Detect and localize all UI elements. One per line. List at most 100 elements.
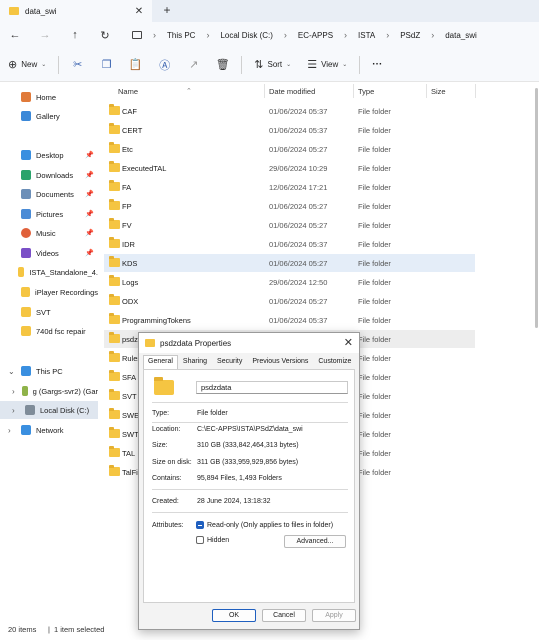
sidebar-item-740d-fsc-repair[interactable]: 740d fsc repair <box>8 322 98 340</box>
sidebar-item-videos[interactable]: Videos 📌 <box>8 244 98 262</box>
sidebar-item-pictures[interactable]: Pictures 📌 <box>8 205 98 223</box>
tab-sharing[interactable]: Sharing <box>178 355 212 369</box>
file-type: File folder <box>358 221 391 230</box>
folder-icon <box>21 326 31 336</box>
view-button[interactable]: ☰ View ⌄ <box>299 53 355 77</box>
apply-button[interactable]: Apply <box>312 609 356 622</box>
paste-icon[interactable]: 📋 <box>121 58 150 71</box>
column-date-modified[interactable]: Date modified <box>269 87 315 96</box>
sidebar-item-network[interactable]: › Network <box>8 421 98 439</box>
file-row-etc[interactable]: Etc 01/06/2024 05:27 File folder <box>104 140 475 158</box>
sidebar-item-desktop[interactable]: Desktop 📌 <box>8 146 98 164</box>
breadcrumb-item[interactable]: ISTA <box>358 31 375 40</box>
file-row-fp[interactable]: FP 01/06/2024 05:27 File folder <box>104 197 475 215</box>
refresh-icon[interactable]: ↻ <box>90 29 120 42</box>
chevron-down-icon[interactable]: ⌄ <box>8 367 16 376</box>
tab-data-swi[interactable]: data_swi ✕ <box>0 0 152 22</box>
up-arrow-icon[interactable]: ↑ <box>60 29 90 41</box>
file-date: 01/06/2024 05:37 <box>269 126 328 135</box>
tab-previous-versions[interactable]: Previous Versions <box>247 355 313 369</box>
pin-icon[interactable]: 📌 <box>85 190 94 198</box>
readonly-checkbox[interactable]: Read-only (Only applies to files in fold… <box>196 521 333 529</box>
file-row-kds[interactable]: KDS 01/06/2024 05:27 File folder <box>104 254 475 272</box>
file-row-programmingtokens[interactable]: ProgrammingTokens 01/06/2024 05:37 File fo… <box>104 311 475 329</box>
folder-name-input[interactable]: psdzdata <box>196 381 348 394</box>
sidebar-item-label: Gallery <box>36 111 60 121</box>
sidebar-item-gallery[interactable]: Gallery <box>8 107 98 125</box>
close-tab-icon[interactable]: ✕ <box>132 6 146 17</box>
breadcrumb-item[interactable]: This PC <box>167 31 195 40</box>
checkbox-unchecked[interactable] <box>196 536 204 544</box>
file-row-executedtal[interactable]: ExecutedTAL 29/06/2024 10:29 File folder <box>104 159 475 177</box>
dialog-title-bar[interactable]: psdzdata Properties ✕ <box>139 333 359 353</box>
column-name[interactable]: Name <box>118 87 138 96</box>
checkbox-indeterminate[interactable] <box>196 521 204 529</box>
more-options-button[interactable]: ··· <box>364 53 390 77</box>
pin-icon[interactable]: 📌 <box>85 210 94 218</box>
file-row-odx[interactable]: ODX 01/06/2024 05:27 File folder <box>104 292 475 310</box>
column-divider[interactable] <box>353 84 354 98</box>
back-arrow-icon[interactable]: ← <box>0 29 30 41</box>
hidden-checkbox[interactable]: Hidden <box>196 536 229 544</box>
breadcrumb-item[interactable]: EC-APPS <box>298 31 333 40</box>
item-count: 20 items <box>8 625 37 634</box>
sort-button[interactable]: ⇅ Sort ⌄ <box>246 53 299 77</box>
new-button[interactable]: ⊕ New ⌄ <box>0 53 54 77</box>
copy-icon[interactable]: ❐ <box>92 58 121 71</box>
sidebar-item-ista-standalone[interactable]: ISTA_Standalone_4. <box>8 263 98 281</box>
forward-arrow-icon[interactable]: → <box>30 29 60 41</box>
vertical-scrollbar[interactable] <box>535 88 538 328</box>
column-divider[interactable] <box>264 84 265 98</box>
more-icon: ··· <box>372 59 383 70</box>
computer-icon <box>21 366 31 376</box>
sidebar-item-local-disk-c[interactable]: › Local Disk (C:) <box>0 401 98 419</box>
share-icon[interactable]: ↗ <box>179 58 208 71</box>
sidebar-item-svt[interactable]: SVT <box>8 303 98 321</box>
sidebar-item-home[interactable]: Home <box>8 88 98 106</box>
delete-icon[interactable]: 🗑 <box>208 58 237 71</box>
column-divider[interactable] <box>426 84 427 98</box>
breadcrumb-item[interactable]: PSdZ <box>400 31 420 40</box>
chevron-right-icon[interactable]: › <box>8 426 16 435</box>
file-row-idr[interactable]: IDR 01/06/2024 05:37 File folder <box>104 235 475 253</box>
breadcrumb-item[interactable]: Local Disk (C:) <box>220 31 272 40</box>
tab-general[interactable]: General <box>143 355 178 369</box>
advanced-button[interactable]: Advanced... <box>284 535 346 548</box>
address-bar[interactable]: › This PC › Local Disk (C:) › EC-APPS › … <box>124 25 524 45</box>
chevron-right-icon[interactable]: › <box>12 406 20 415</box>
file-row-caf[interactable]: CAF 01/06/2024 05:37 File folder <box>104 102 475 120</box>
ok-button[interactable]: OK <box>212 609 256 622</box>
file-row-logs[interactable]: Logs 29/06/2024 12:50 File folder <box>104 273 475 291</box>
sidebar-item-iplayer-recordings[interactable]: iPlayer Recordings <box>8 283 98 301</box>
column-size[interactable]: Size <box>431 87 446 96</box>
file-row-fa[interactable]: FA 12/06/2024 17:21 File folder <box>104 178 475 196</box>
pin-icon[interactable]: 📌 <box>85 171 94 179</box>
cancel-button[interactable]: Cancel <box>262 609 306 622</box>
rename-icon[interactable]: Ⓐ <box>150 57 179 73</box>
sidebar-item-this-pc[interactable]: ⌄ This PC <box>8 362 98 380</box>
column-type[interactable]: Type <box>358 87 374 96</box>
file-date: 01/06/2024 05:27 <box>269 145 328 154</box>
location-label: Location: <box>152 426 181 433</box>
folder-icon <box>145 339 155 347</box>
new-tab-button[interactable]: + <box>160 3 174 19</box>
file-row-cert[interactable]: CERT 01/06/2024 05:37 File folder <box>104 121 475 139</box>
sidebar-item-downloads[interactable]: Downloads 📌 <box>8 166 98 184</box>
sidebar-item-network-drive-g[interactable]: › g (Gargs-svr2) (Gar <box>12 382 98 400</box>
cut-icon[interactable]: ✂ <box>63 58 92 71</box>
pin-icon[interactable]: 📌 <box>85 229 94 237</box>
file-row-fv[interactable]: FV 01/06/2024 05:27 File folder <box>104 216 475 234</box>
folder-icon <box>109 237 120 248</box>
close-icon[interactable]: ✕ <box>344 336 353 349</box>
pin-icon[interactable]: 📌 <box>85 249 94 257</box>
divider <box>58 55 60 74</box>
size-on-disk-label: Size on disk: <box>152 459 192 466</box>
tab-security[interactable]: Security <box>212 355 247 369</box>
column-divider[interactable] <box>475 84 476 98</box>
breadcrumb-item[interactable]: data_swi <box>445 31 477 40</box>
tab-customize[interactable]: Customize <box>313 355 356 369</box>
pin-icon[interactable]: 📌 <box>85 151 94 159</box>
chevron-right-icon[interactable]: › <box>12 387 17 396</box>
sidebar-item-music[interactable]: Music 📌 <box>8 224 98 242</box>
sidebar-item-documents[interactable]: Documents 📌 <box>8 185 98 203</box>
